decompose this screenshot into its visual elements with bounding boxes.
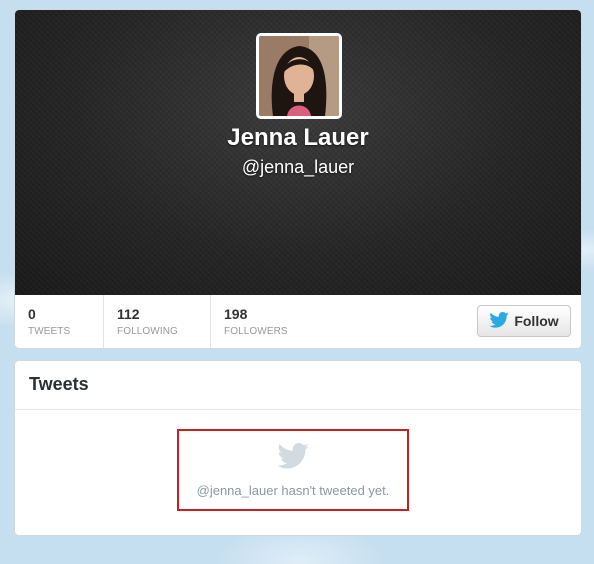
- stat-label: TWEETS: [28, 326, 71, 337]
- stat-value: 112: [117, 306, 140, 322]
- stat-tweets[interactable]: 0 TWEETS: [15, 295, 103, 348]
- profile-header: Jenna Lauer @jenna_lauer: [15, 10, 581, 295]
- stat-followers[interactable]: 198 FOLLOWERS: [210, 295, 320, 348]
- divider: [15, 409, 581, 410]
- profile-stats: 0 TWEETS 112 FOLLOWING 198 FOLLOWERS Fol…: [15, 295, 581, 348]
- profile-handle: @jenna_lauer: [241, 157, 355, 177]
- follow-button-label: Follow: [514, 313, 559, 329]
- profile-name: Jenna Lauer: [227, 124, 369, 151]
- twitter-bird-icon: [489, 311, 509, 331]
- avatar[interactable]: [256, 33, 342, 119]
- twitter-bird-icon: [277, 443, 309, 474]
- profile-card: Jenna Lauer @jenna_lauer 0 TWEETS 112 FO…: [14, 9, 582, 349]
- stat-value: 198: [224, 306, 248, 322]
- stat-following[interactable]: 112 FOLLOWING: [103, 295, 210, 348]
- stat-value: 0: [28, 306, 36, 322]
- follow-button[interactable]: Follow: [477, 305, 571, 337]
- stat-label: FOLLOWING: [117, 326, 178, 337]
- tweets-title: Tweets: [29, 374, 89, 394]
- stat-label: FOLLOWERS: [224, 326, 288, 337]
- empty-tweets-box: @jenna_lauer hasn't tweeted yet.: [177, 429, 409, 511]
- tweets-card: Tweets @jenna_lauer hasn't tweeted yet.: [14, 360, 582, 536]
- empty-tweets-message: @jenna_lauer hasn't tweeted yet.: [196, 483, 390, 498]
